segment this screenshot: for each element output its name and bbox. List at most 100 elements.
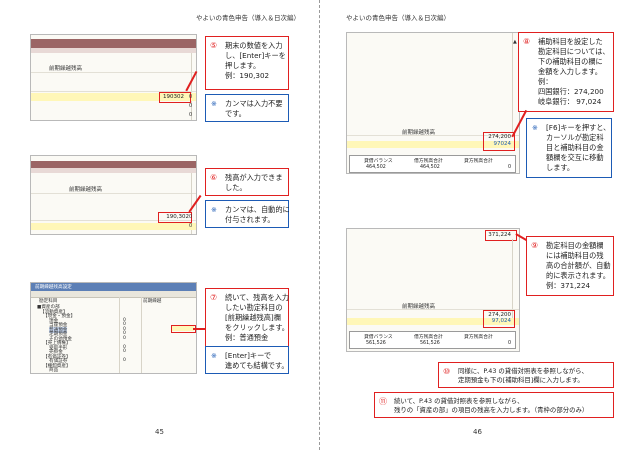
screenshot-sub-account-total: 371,224 前期繰越残高 274,200 97,024 貸借バランス 借方残… bbox=[346, 228, 520, 352]
callout-line: には補助科目の残 bbox=[546, 251, 604, 260]
callout-line: 高の合計額が、自動 bbox=[546, 261, 611, 270]
callout-line: 勘定科目の金額欄 bbox=[546, 241, 604, 250]
right-page: やよいの青色申告（導入＆日次編） ▲ 前期繰越残高 274,200 97024 … bbox=[320, 0, 640, 450]
step-10-callout: ⑩ 同様に、P.43 の貸借対照表を参照しながら、 定期預金も下の[補助科目]欄… bbox=[438, 362, 614, 388]
note-line: です。 bbox=[225, 109, 246, 118]
step-7-callout: ⑦ 続いて、残高を入力 したい勘定科目の [前期繰越残高]欄 をクリックします。… bbox=[205, 288, 289, 348]
callout-line: [前期繰越残高]欄 bbox=[225, 313, 281, 322]
summary-header: 貸借バランス bbox=[364, 335, 393, 340]
zero-value: 0 bbox=[189, 214, 193, 220]
note-line: [Enter]キーで bbox=[225, 351, 272, 360]
grid-line bbox=[512, 33, 513, 133]
summary-header: 貸借バランス bbox=[364, 159, 393, 164]
highlight-box bbox=[483, 132, 515, 151]
note-line: カンマは、自動的に bbox=[225, 205, 290, 214]
column-header: 前期繰越残高 bbox=[69, 187, 103, 193]
note-line: 進めても結構です。 bbox=[225, 361, 289, 370]
step-8-callout: ⑧ 補助科目を設定した 勘定科目については、 下の補助科目の欄に 金額を入力しま… bbox=[518, 32, 614, 112]
summary-value: 0 bbox=[508, 341, 512, 346]
grid-line bbox=[141, 297, 142, 373]
zero-value: 0 bbox=[189, 112, 193, 118]
callout-line: 期末の数値を入力 bbox=[225, 41, 283, 50]
column-header: 前期繰越 bbox=[143, 299, 162, 304]
step-9-callout: ⑨ 勘定科目の金額欄 には補助科目の残 高の合計額が、自動 的に表示されます。 … bbox=[526, 236, 614, 296]
step-number: ⑥ bbox=[210, 173, 218, 182]
highlight-box bbox=[159, 92, 191, 103]
callout-line: 例：371,224 bbox=[546, 281, 591, 290]
tree-item[interactable]: 【現金・預金】 bbox=[43, 313, 75, 319]
callout-line: 続いて、残高を入力 bbox=[225, 293, 290, 302]
screenshot-balance-entered: 前期繰越残高 190,302 0 0 bbox=[30, 155, 197, 235]
page-number: 45 bbox=[155, 428, 164, 436]
note-mark: ※ bbox=[532, 124, 538, 132]
callout-line: 残高が入力できま bbox=[225, 173, 283, 182]
running-header: やよいの青色申告（導入＆日次編） bbox=[346, 14, 450, 22]
callout-line: 例： bbox=[538, 77, 553, 86]
summary-value: 561,526 bbox=[420, 341, 440, 346]
callout-line: 例：普通預金 bbox=[225, 333, 269, 342]
left-page: やよいの青色申告（導入＆日次編） 前期繰越残高 190302 0 0 0 ⑤ 期… bbox=[0, 0, 320, 450]
tree-value: 0 bbox=[123, 335, 126, 341]
window-title: 前期繰越残高設定 bbox=[35, 285, 72, 290]
summary-bar: 貸借バランス 借方残高合計 貸方残高合計 464,502 464,502 0 bbox=[349, 155, 516, 173]
tree-value: 0 bbox=[123, 358, 126, 363]
callout-line: 押します。 bbox=[225, 61, 261, 70]
callout-line: 同様に、P.43 の貸借対照表を参照しながら、 bbox=[458, 367, 588, 375]
scroll-arrow[interactable]: ▲ bbox=[513, 39, 517, 45]
note-mark: ※ bbox=[211, 206, 217, 214]
callout-line: 的に表示されます。 bbox=[546, 271, 610, 280]
note-7: ※ [Enter]キーで 進めても結構です。 bbox=[205, 346, 289, 374]
callout-line: 勘定科目については、 bbox=[538, 47, 610, 56]
zero-value: 0 bbox=[189, 223, 193, 229]
column-header: 前期繰越残高 bbox=[402, 304, 436, 310]
zero-value: 0 bbox=[189, 103, 193, 109]
callout-line: 下の補助科目の欄に bbox=[538, 57, 603, 66]
window-titlebar bbox=[31, 161, 196, 168]
band bbox=[31, 168, 196, 173]
grid-line bbox=[119, 297, 120, 373]
header-row bbox=[31, 183, 196, 194]
step-number: ⑩ bbox=[443, 367, 451, 376]
column-header: 前期繰越残高 bbox=[49, 66, 83, 72]
callout-line: 四国銀行：274,200 bbox=[538, 87, 604, 96]
summary-header: 貸方残高合計 bbox=[464, 159, 493, 164]
step-number: ⑤ bbox=[210, 41, 218, 50]
window-titlebar bbox=[31, 39, 196, 48]
screenshot-balance-entry: 前期繰越残高 190302 0 0 0 bbox=[30, 34, 197, 121]
step-6-callout: ⑥ 残高が入力できま した。 bbox=[205, 168, 289, 196]
band bbox=[31, 48, 196, 53]
summary-header: 借方残高合計 bbox=[414, 335, 443, 340]
callout-line: 補助科目を設定した bbox=[538, 37, 603, 46]
summary-value: 464,502 bbox=[366, 165, 386, 170]
note-line: 付与されます。 bbox=[225, 215, 275, 224]
highlight-box bbox=[483, 310, 515, 328]
summary-header: 借方残高合計 bbox=[414, 159, 443, 164]
table-row bbox=[31, 82, 196, 92]
callout-line: 金額を入力します。 bbox=[538, 67, 602, 76]
callout-line: し、[Enter]キーを bbox=[225, 51, 286, 60]
step-number: ⑪ bbox=[379, 397, 387, 406]
page-number: 46 bbox=[473, 428, 482, 436]
note-line: 額欄を交互に移動 bbox=[546, 153, 604, 162]
step-number: ⑧ bbox=[523, 37, 531, 46]
callout-line: 残りの「資産の部」の項目の残高を入力します。（青枠の部分のみ） bbox=[394, 406, 589, 414]
highlight-box bbox=[158, 212, 192, 223]
callout-line: したい勘定科目の bbox=[225, 303, 283, 312]
summary-value: 464,502 bbox=[420, 165, 440, 170]
note-5: ※ カンマは入力不要 です。 bbox=[205, 94, 289, 122]
column-header: 前期繰越残高 bbox=[402, 130, 436, 136]
note-line: 目と補助科目の金 bbox=[546, 143, 604, 152]
toolbar bbox=[31, 291, 196, 298]
callout-line: 続いて、P.43 の貸借対照表を参照しながら、 bbox=[394, 397, 524, 405]
step-number: ⑨ bbox=[531, 241, 539, 250]
step-5-callout: ⑤ 期末の数値を入力 し、[Enter]キーを 押します。 例：190,302 bbox=[205, 36, 289, 90]
connector-line bbox=[193, 328, 206, 330]
step-number: ⑦ bbox=[210, 293, 218, 302]
zero-value: 0 bbox=[189, 94, 193, 100]
step-11-callout: ⑪ 続いて、P.43 の貸借対照表を参照しながら、 残りの「資産の部」の項目の残… bbox=[374, 392, 614, 418]
tree-item[interactable]: 商品 bbox=[49, 367, 58, 373]
note-line: カーソルが勘定科 bbox=[546, 133, 604, 142]
tree-value: 0 bbox=[123, 349, 126, 354]
callout-line: 定期預金も下の[補助科目]欄に入力します。 bbox=[458, 376, 584, 384]
callout-line: をクリックします。 bbox=[225, 323, 289, 332]
